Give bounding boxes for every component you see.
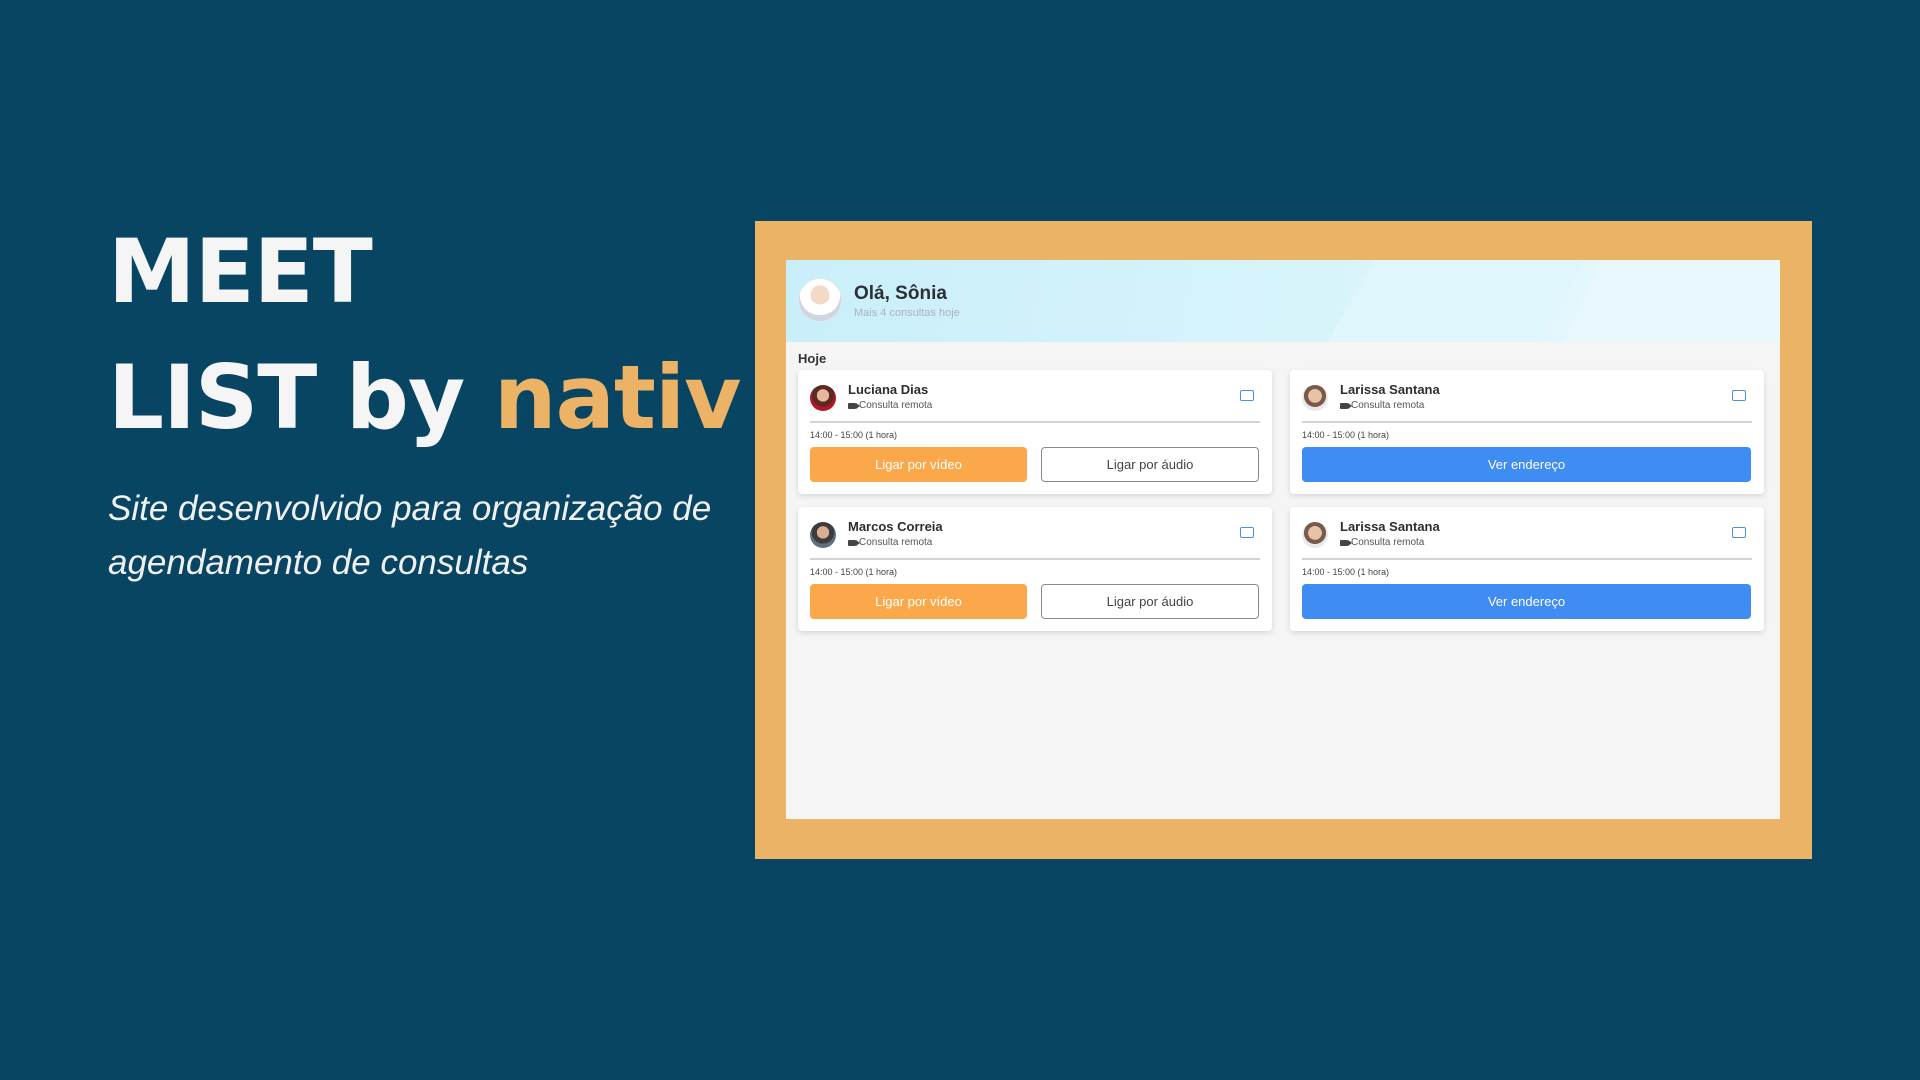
chat-icon[interactable]: [1240, 390, 1254, 401]
appointment-time: 14:00 - 15:00 (1 hora): [1302, 430, 1390, 440]
video-camera-icon: [848, 539, 860, 546]
appointment-time: 14:00 - 15:00 (1 hora): [810, 567, 898, 577]
banner-decor-shape: [1545, 260, 1780, 342]
video-call-button[interactable]: Ligar por vídeo: [810, 447, 1027, 482]
brand-name: nativ: [493, 346, 742, 449]
audio-call-button[interactable]: Ligar por áudio: [1041, 584, 1259, 619]
view-address-button[interactable]: Ver endereço: [1302, 584, 1751, 619]
video-camera-icon: [1340, 539, 1352, 546]
video-camera-icon: [1340, 402, 1352, 409]
appointment-card: Larissa Santana Consulta remota 14:00 - …: [1290, 507, 1764, 631]
appointment-card: Marcos Correia Consulta remota 14:00 - 1…: [798, 507, 1272, 631]
appointment-type: Consulta remota: [1340, 537, 1424, 548]
patient-name: Larissa Santana: [1340, 382, 1440, 397]
appointment-type: Consulta remota: [848, 400, 932, 411]
patient-avatar: [810, 385, 836, 411]
header-banner: Olá, Sônia Mais 4 consultas hoje: [786, 260, 1780, 342]
appointment-type: Consulta remota: [848, 537, 932, 548]
app-screen: Olá, Sônia Mais 4 consultas hoje Hoje Lu…: [786, 260, 1780, 819]
divider: [1302, 421, 1752, 423]
hero: MEET LIST by nativ Site desenvolvido par…: [108, 220, 741, 590]
chat-icon[interactable]: [1240, 527, 1254, 538]
audio-call-button[interactable]: Ligar por áudio: [1041, 447, 1259, 482]
patient-avatar: [810, 522, 836, 548]
view-address-button[interactable]: Ver endereço: [1302, 447, 1751, 482]
section-title-today: Hoje: [798, 351, 827, 366]
chat-icon[interactable]: [1732, 390, 1746, 401]
appointment-type-label: Consulta remota: [1351, 400, 1425, 411]
divider: [810, 421, 1260, 423]
appointment-time: 14:00 - 15:00 (1 hora): [1302, 567, 1390, 577]
hero-subtitle: Site desenvolvido para organização de ag…: [108, 489, 712, 582]
patient-name: Larissa Santana: [1340, 519, 1440, 534]
patient-name: Luciana Dias: [848, 382, 929, 397]
divider: [810, 558, 1260, 560]
appointment-card: Larissa Santana Consulta remota 14:00 - …: [1290, 370, 1764, 494]
patient-avatar: [1302, 522, 1328, 548]
user-avatar[interactable]: [798, 278, 842, 322]
appointment-card: Luciana Dias Consulta remota 14:00 - 15:…: [798, 370, 1272, 494]
hero-title-prefix: LIST by: [108, 346, 494, 449]
appointment-type-label: Consulta remota: [1351, 537, 1425, 548]
appointment-time: 14:00 - 15:00 (1 hora): [810, 430, 898, 440]
video-camera-icon: [848, 402, 860, 409]
hero-title-line1: MEET: [108, 220, 373, 323]
appointment-type-label: Consulta remota: [859, 537, 933, 548]
appointment-type: Consulta remota: [1340, 400, 1424, 411]
banner-decor-shape: [1305, 260, 1597, 342]
patient-avatar: [1302, 385, 1328, 411]
divider: [1302, 558, 1752, 560]
chat-icon[interactable]: [1732, 527, 1746, 538]
hero-title-line2: LIST by nativ: [108, 354, 741, 442]
video-call-button[interactable]: Ligar por vídeo: [810, 584, 1027, 619]
greeting-subtitle: Mais 4 consultas hoje: [854, 307, 960, 319]
appointment-type-label: Consulta remota: [859, 400, 933, 411]
patient-name: Marcos Correia: [848, 519, 943, 534]
greeting: Olá, Sônia: [854, 283, 947, 304]
